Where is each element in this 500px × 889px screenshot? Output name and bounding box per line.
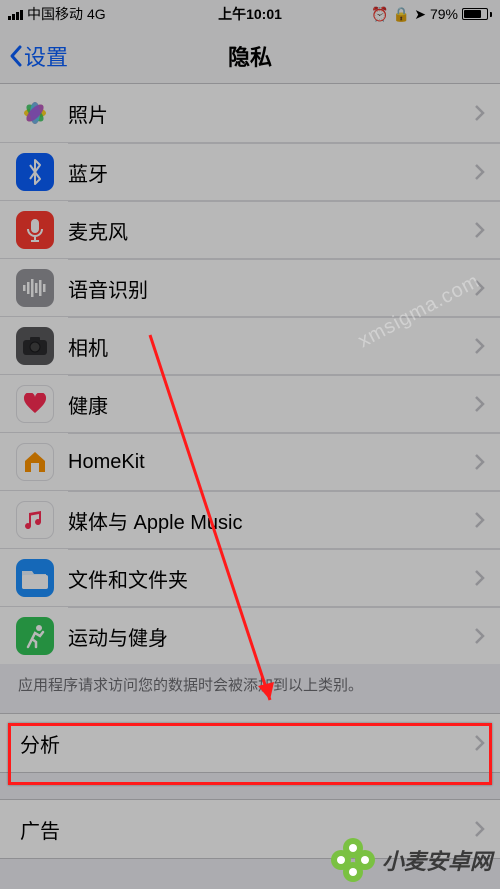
photos-icon (16, 94, 54, 132)
chevron-right-icon (474, 104, 486, 122)
row-label: 相机 (68, 332, 474, 361)
privacy-category-list: 照片 蓝牙 麦克风 (0, 84, 500, 664)
chevron-right-icon (474, 453, 486, 471)
row-homekit[interactable]: HomeKit (0, 432, 500, 490)
chevron-right-icon (474, 395, 486, 413)
speech-icon (16, 269, 54, 307)
row-label: 蓝牙 (68, 158, 474, 187)
status-left: 中国移动 4G (8, 4, 106, 24)
chevron-right-icon (474, 279, 486, 297)
row-files[interactable]: 文件和文件夹 (0, 548, 500, 606)
chevron-right-icon (474, 511, 486, 529)
nav-bar: 设置 隐私 (0, 28, 500, 84)
row-camera[interactable]: 相机 (0, 316, 500, 374)
camera-icon (16, 327, 54, 365)
battery-pct: 79% (430, 6, 458, 22)
files-icon (16, 559, 54, 597)
row-activity[interactable]: 运动与健身 (0, 606, 500, 664)
lock-rotation-icon: 🔒 (393, 6, 410, 23)
row-speech[interactable]: 语音识别 (0, 258, 500, 316)
row-label: 媒体与 Apple Music (68, 506, 474, 535)
section-footer-note: 应用程序请求访问您的数据时会被添加到以上类别。 (0, 664, 500, 713)
row-label: 麦克风 (68, 216, 474, 245)
row-label: 健康 (68, 390, 474, 419)
row-ads[interactable]: 广告 (0, 800, 500, 858)
activity-icon (16, 617, 54, 655)
row-label: 运动与健身 (68, 622, 474, 651)
page-title: 隐私 (228, 40, 272, 72)
row-label: 文件和文件夹 (68, 564, 474, 593)
bluetooth-icon (16, 153, 54, 191)
row-label: 分析 (20, 729, 474, 758)
chevron-right-icon (474, 627, 486, 645)
signal-icon (8, 8, 23, 20)
chevron-right-icon (474, 163, 486, 181)
chevron-right-icon (474, 221, 486, 239)
location-icon: ➤ (414, 6, 426, 23)
chevron-right-icon (474, 337, 486, 355)
battery-icon (462, 8, 492, 20)
status-bar: 中国移动 4G 上午10:01 ⏰ 🔒 ➤ 79% (0, 0, 500, 28)
chevron-right-icon (474, 734, 486, 752)
chevron-right-icon (474, 569, 486, 587)
health-icon (16, 385, 54, 423)
back-button[interactable]: 设置 (8, 40, 68, 72)
row-bluetooth[interactable]: 蓝牙 (0, 142, 500, 200)
analytics-group: 分析 (0, 713, 500, 773)
back-label: 设置 (24, 40, 68, 72)
ads-group: 广告 (0, 799, 500, 859)
row-analytics[interactable]: 分析 (0, 714, 500, 772)
row-microphone[interactable]: 麦克风 (0, 200, 500, 258)
music-icon (16, 501, 54, 539)
privacy-settings-screen: 中国移动 4G 上午10:01 ⏰ 🔒 ➤ 79% 设置 隐私 (0, 0, 500, 889)
carrier-label: 中国移动 (27, 4, 83, 24)
clock-label: 上午10:01 (218, 4, 282, 24)
row-label: 照片 (68, 99, 474, 128)
homekit-icon (16, 443, 54, 481)
microphone-icon (16, 211, 54, 249)
alarm-icon: ⏰ (371, 6, 388, 23)
row-label: HomeKit (68, 451, 474, 474)
chevron-right-icon (474, 820, 486, 838)
row-photos[interactable]: 照片 (0, 84, 500, 142)
chevron-left-icon (8, 44, 24, 68)
row-label: 语音识别 (68, 274, 474, 303)
row-health[interactable]: 健康 (0, 374, 500, 432)
status-right: ⏰ 🔒 ➤ 79% (371, 6, 492, 23)
row-media[interactable]: 媒体与 Apple Music (0, 490, 500, 548)
network-label: 4G (87, 6, 106, 22)
row-label: 广告 (20, 815, 474, 844)
